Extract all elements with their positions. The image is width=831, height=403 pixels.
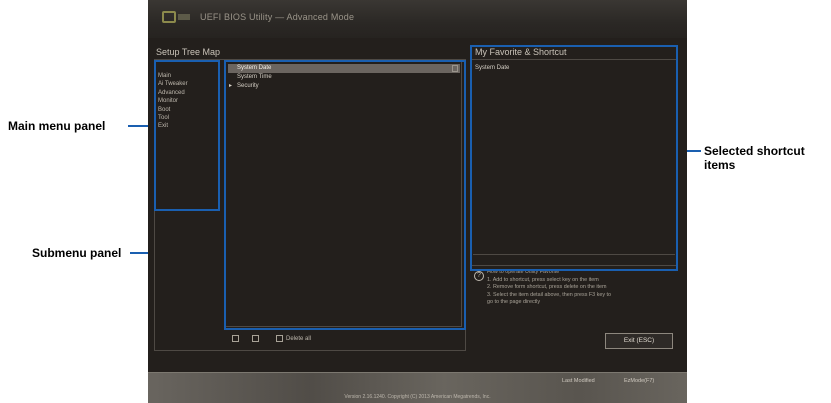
remove-icon <box>252 334 259 342</box>
help-line: 2. Remove form shortcut, press delete on… <box>487 284 607 291</box>
callout-line-submenu <box>130 252 148 254</box>
callout-main-menu-panel: Main menu panel <box>8 119 106 133</box>
highlight-favorites <box>470 45 678 271</box>
highlight-submenu <box>224 60 466 330</box>
help-line: go to the page directly <box>487 299 541 306</box>
help-text: How to operate Utility Favorite 1. Add t… <box>487 269 677 307</box>
asus-logo <box>162 9 192 27</box>
remove-shortcut-tool[interactable] <box>252 334 262 344</box>
callout-selected-shortcut: Selected shortcut items <box>704 144 805 172</box>
footer: Last Modified EzMode(F7) Version 2.16.12… <box>148 372 687 403</box>
highlight-main-menu <box>154 60 220 211</box>
callout-submenu-panel: Submenu panel <box>32 246 122 260</box>
callout-selected-shortcut-line2: items <box>704 158 736 172</box>
ezmode-link[interactable]: EzMode(F7) <box>624 378 654 384</box>
setup-tree-title: Setup Tree Map <box>156 47 221 57</box>
delete-all-button[interactable]: Delete all <box>276 334 311 344</box>
add-shortcut-tool[interactable] <box>232 334 242 344</box>
help-icon: ? <box>474 271 484 281</box>
delete-all-label: Delete all <box>286 336 312 342</box>
callout-line-shortcut <box>687 150 701 152</box>
help-line: 3. Select the item detail above, then pr… <box>487 291 612 298</box>
exit-button[interactable]: Exit (ESC) <box>605 333 673 349</box>
footer-version: Version 2.16.1240. Copyright (C) 2013 Am… <box>344 394 491 400</box>
callout-selected-shortcut-line1: Selected shortcut <box>704 144 805 158</box>
trash-icon <box>276 334 283 342</box>
last-modified-link[interactable]: Last Modified <box>562 378 595 384</box>
help-line: 1. Add to shortcut, press select key on … <box>487 276 599 283</box>
header-title: UEFI BIOS Utility — Advanced Mode <box>200 12 355 22</box>
callout-line-main-menu <box>128 125 148 127</box>
bios-header: UEFI BIOS Utility — Advanced Mode <box>148 0 687 38</box>
star-icon <box>232 334 239 342</box>
